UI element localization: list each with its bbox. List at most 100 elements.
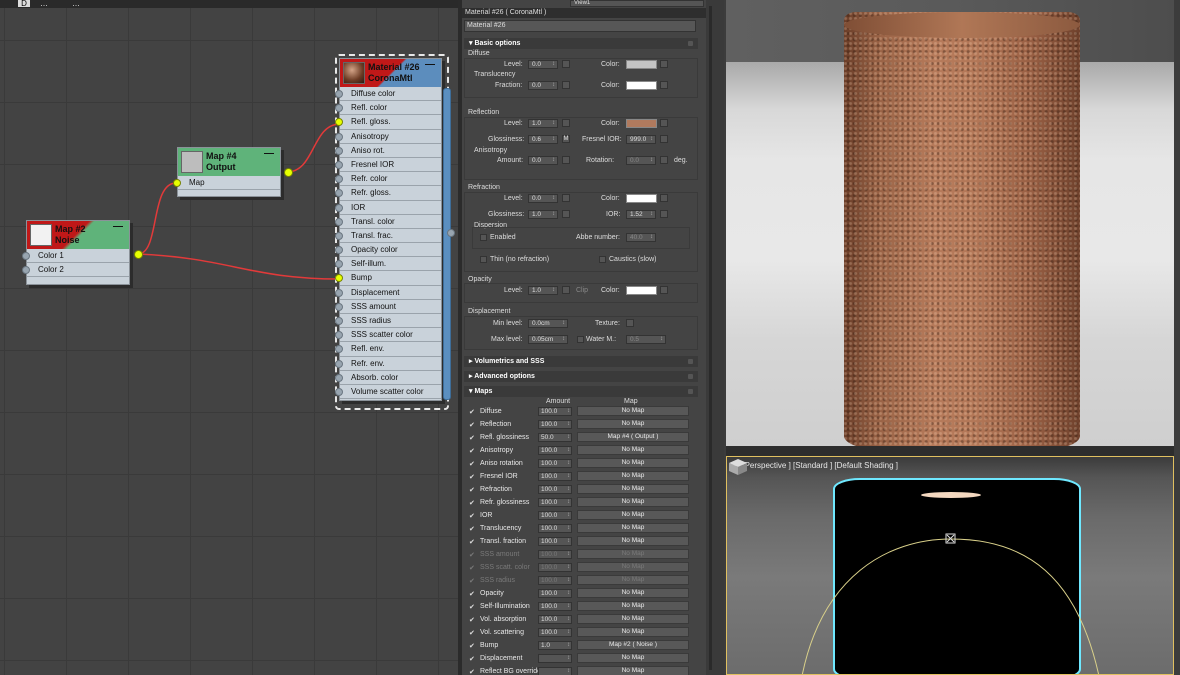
map-enable-checkbox[interactable]: ✔ bbox=[469, 499, 475, 507]
water-level-spinner[interactable]: 0.5 bbox=[626, 335, 666, 344]
map-enable-checkbox[interactable]: ✔ bbox=[469, 460, 475, 468]
refl-level-map-button[interactable] bbox=[562, 119, 570, 127]
map-amount-spinner[interactable]: 100.0 bbox=[538, 446, 572, 455]
texture-map-button[interactable] bbox=[626, 319, 634, 327]
socket-icon[interactable] bbox=[335, 359, 343, 368]
map-amount-spinner[interactable]: 100.0 bbox=[538, 589, 572, 598]
scrollbar-thumb[interactable] bbox=[709, 6, 712, 670]
material-slot[interactable]: Anisotropy bbox=[335, 130, 441, 144]
glossiness-spinner[interactable]: 0.6 bbox=[528, 135, 558, 144]
map-enable-checkbox[interactable]: ✔ bbox=[469, 447, 475, 455]
map-enable-checkbox[interactable]: ✔ bbox=[469, 603, 475, 611]
aniso-amount-spinner[interactable]: 0.0 bbox=[528, 156, 558, 165]
output-output-socket[interactable] bbox=[284, 168, 293, 177]
socket-icon[interactable] bbox=[335, 317, 343, 325]
material-name-field[interactable]: Material #26 bbox=[464, 20, 696, 32]
output-slot-map[interactable]: Map bbox=[173, 176, 280, 191]
refr-level-spinner[interactable]: 0.0 bbox=[528, 194, 558, 203]
caustics-checkbox[interactable] bbox=[599, 256, 606, 263]
map-amount-spinner[interactable]: 100.0 bbox=[538, 524, 572, 533]
map-enable-checkbox[interactable]: ✔ bbox=[469, 616, 475, 624]
map-amount-spinner[interactable]: 100.0 bbox=[538, 537, 572, 546]
panel-scrollbar[interactable] bbox=[706, 0, 724, 675]
opacity-color-map-button[interactable] bbox=[660, 286, 668, 294]
map-slot-button[interactable]: No Map bbox=[577, 419, 689, 429]
socket-icon[interactable] bbox=[335, 302, 343, 311]
toolbar-item-d[interactable]: D bbox=[18, 0, 30, 8]
water-checkbox[interactable] bbox=[577, 336, 584, 343]
viewport-label[interactable]: [+] [Perspective ] [Standard ] [Default … bbox=[731, 461, 898, 470]
viewcube-icon[interactable] bbox=[727, 457, 749, 477]
map-slot-button[interactable]: No Map bbox=[577, 601, 689, 611]
map-slot-button[interactable]: No Map bbox=[577, 666, 689, 675]
material-slot[interactable]: Fresnel IOR bbox=[335, 158, 441, 173]
translucency-color-swatch[interactable] bbox=[626, 81, 657, 90]
material-slot[interactable]: Refr. gloss. bbox=[335, 186, 441, 201]
coronamtl-node[interactable]: Material #26 CoronaMtl — Diffuse color Re… bbox=[335, 58, 442, 401]
material-output-handle[interactable] bbox=[443, 88, 451, 400]
view-dropdown[interactable]: View1 bbox=[570, 0, 704, 7]
map-slot-button[interactable]: No Map bbox=[577, 562, 689, 572]
map-slot-button[interactable]: No Map bbox=[577, 653, 689, 663]
thin-checkbox[interactable] bbox=[480, 256, 487, 263]
map-slot-button[interactable]: No Map bbox=[577, 471, 689, 481]
noise-output-socket[interactable] bbox=[134, 250, 143, 259]
material-slot[interactable]: Refr. color bbox=[335, 172, 441, 187]
socket-icon[interactable] bbox=[335, 246, 343, 255]
map-amount-spinner[interactable]: 100.0 bbox=[538, 472, 572, 481]
glossiness-map-button[interactable]: M bbox=[562, 135, 570, 143]
noise-collapse-button[interactable]: — bbox=[113, 221, 123, 232]
output-collapse-button[interactable]: — bbox=[264, 148, 274, 159]
map-slot-button[interactable]: No Map bbox=[577, 510, 689, 520]
map-enable-checkbox[interactable]: ✔ bbox=[469, 434, 475, 442]
map-slot-button[interactable]: No Map bbox=[577, 523, 689, 533]
map-slot-button[interactable]: No Map bbox=[577, 445, 689, 455]
map-enable-checkbox[interactable]: ✔ bbox=[469, 668, 475, 675]
map-slot-button[interactable]: No Map bbox=[577, 458, 689, 468]
rotation-spinner[interactable]: 0.0 bbox=[626, 156, 656, 165]
aniso-amount-map-button[interactable] bbox=[562, 156, 570, 164]
socket-icon[interactable] bbox=[335, 231, 343, 240]
map-enable-checkbox[interactable]: ✔ bbox=[469, 564, 475, 572]
refl-color-swatch[interactable] bbox=[626, 119, 657, 128]
refl-level-spinner[interactable]: 1.0 bbox=[528, 119, 558, 128]
toolbar-item-2[interactable]: … bbox=[40, 0, 48, 8]
opacity-level-spinner[interactable]: 1.0 bbox=[528, 286, 558, 295]
abbe-number-spinner[interactable]: 40.0 bbox=[626, 233, 656, 242]
material-slot[interactable]: Transl. color bbox=[335, 215, 441, 229]
map-slot-button[interactable]: No Map bbox=[577, 575, 689, 585]
socket-icon[interactable] bbox=[173, 179, 181, 187]
map-amount-spinner[interactable]: 100.0 bbox=[538, 498, 572, 507]
socket-icon[interactable] bbox=[335, 387, 343, 396]
opacity-color-swatch[interactable] bbox=[626, 286, 657, 295]
map-amount-spinner[interactable]: 100.0 bbox=[538, 576, 572, 585]
socket-icon[interactable] bbox=[335, 217, 343, 226]
map-amount-spinner[interactable] bbox=[538, 667, 572, 675]
map-slot-button[interactable]: No Map bbox=[577, 588, 689, 598]
map-slot-button[interactable]: No Map bbox=[577, 406, 689, 416]
material-slot[interactable]: Refl. color bbox=[335, 101, 441, 116]
diffuse-level-spinner[interactable]: 0.0 bbox=[528, 60, 558, 69]
map-slot-button[interactable]: Map #2 ( Noise ) bbox=[577, 640, 689, 650]
refr-color-map-button[interactable] bbox=[660, 194, 668, 202]
node-editor-canvas[interactable]: D … … Map #2 Noise — Color 1 Color 2 Map… bbox=[0, 0, 458, 675]
fresnel-map-button[interactable] bbox=[660, 135, 668, 143]
map-slot-button[interactable]: No Map bbox=[577, 627, 689, 637]
dispersion-enabled-checkbox[interactable] bbox=[480, 234, 487, 241]
map-slot-button[interactable]: No Map bbox=[577, 614, 689, 624]
map-amount-spinner[interactable]: 100.0 bbox=[538, 459, 572, 468]
map-amount-spinner[interactable]: 100.0 bbox=[538, 602, 572, 611]
map-slot-button[interactable]: No Map bbox=[577, 536, 689, 546]
map-enable-checkbox[interactable]: ✔ bbox=[469, 421, 475, 429]
socket-icon[interactable] bbox=[335, 203, 343, 212]
socket-icon[interactable] bbox=[335, 118, 343, 127]
map-enable-checkbox[interactable]: ✔ bbox=[469, 408, 475, 416]
socket-icon[interactable] bbox=[335, 260, 343, 269]
socket-icon[interactable] bbox=[335, 331, 343, 340]
output-node-header[interactable]: Map #4 Output — bbox=[178, 148, 280, 176]
material-slot[interactable]: Opacity color bbox=[335, 243, 441, 258]
socket-icon[interactable] bbox=[335, 288, 343, 297]
map-amount-spinner[interactable]: 100.0 bbox=[538, 485, 572, 494]
map-enable-checkbox[interactable]: ✔ bbox=[469, 551, 475, 559]
refr-gloss-map-button[interactable] bbox=[562, 210, 570, 218]
